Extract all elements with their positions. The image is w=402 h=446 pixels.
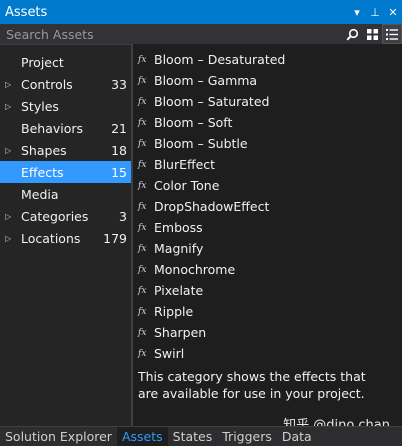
category-item-effects[interactable]: Effects 15 [0,161,131,183]
category-label: Effects [21,164,64,180]
fx-icon: fx [138,327,147,338]
effect-label: BlurEffect [154,157,216,172]
expand-arrow-icon[interactable]: ▷ [5,146,15,155]
effect-item[interactable]: fx Color Tone [133,175,402,196]
dropdown-icon[interactable]: ▾ [348,6,366,19]
effect-item[interactable]: fx DropShadowEffect [133,196,402,217]
tab-data[interactable]: Data [277,427,317,446]
effect-item[interactable]: fx Swirl [133,343,402,364]
effect-item[interactable]: fx Monochrome [133,259,402,280]
effect-item[interactable]: fx Emboss [133,217,402,238]
bottom-tab-bar: Solution Explorer Assets States Triggers… [0,426,402,446]
fx-icon: fx [138,348,147,359]
expand-arrow-icon[interactable]: ▷ [5,234,15,243]
panel-title-bar: Assets ▾ ⊥ ✕ [0,0,402,24]
category-item-project[interactable]: Project [0,51,131,73]
tab-states[interactable]: States [168,427,218,446]
fx-icon: fx [138,54,147,65]
fx-icon: fx [138,138,147,149]
effect-item[interactable]: fx Pixelate [133,280,402,301]
category-label: Media [21,186,59,202]
expand-arrow-icon[interactable]: ▷ [5,80,15,89]
search-input[interactable] [0,25,342,43]
category-count: 18 [111,142,127,158]
category-count: 15 [111,164,127,180]
effect-label: Magnify [154,241,204,256]
category-count: 3 [119,208,127,224]
fx-icon: fx [138,222,147,233]
panel-title: Assets [5,4,48,20]
category-count: 33 [111,76,127,92]
list-view-icon[interactable] [382,24,402,44]
fx-icon: fx [138,201,147,212]
close-icon[interactable]: ✕ [384,6,402,19]
category-label: Behaviors [21,120,84,136]
effect-label: Sharpen [154,325,207,340]
expand-arrow-icon[interactable]: ▷ [5,102,15,111]
effect-label: Bloom – Subtle [154,136,248,151]
category-item-locations[interactable]: ▷ Locations 179 [0,227,131,249]
category-item-behaviors[interactable]: Behaviors 21 [0,117,131,139]
category-label: Categories [21,208,89,224]
fx-icon: fx [138,180,147,191]
effect-item[interactable]: fx Bloom – Soft [133,112,402,133]
effect-label: Ripple [154,304,194,319]
fx-icon: fx [138,75,147,86]
category-item-shapes[interactable]: ▷ Shapes 18 [0,139,131,161]
fx-icon: fx [138,264,147,275]
category-label: Styles [21,98,59,114]
category-item-media[interactable]: Media [0,183,131,205]
category-count: 21 [111,120,127,136]
category-count: 179 [103,230,127,246]
effect-label: Swirl [154,346,185,361]
effect-label: Bloom – Desaturated [154,52,286,67]
category-label: Shapes [21,142,67,158]
search-bar [0,24,402,44]
category-description: This category shows the effects that are… [138,369,366,401]
tab-assets[interactable]: Assets [116,427,168,446]
category-tree: Project ▷ Controls 33 ▷ Styles Behaviors… [0,44,131,426]
tab-triggers[interactable]: Triggers [217,427,277,446]
effects-list: fx Bloom – Desaturated fx Bloom – Gamma fx… [133,44,402,426]
effect-item[interactable]: fx Ripple [133,301,402,322]
effect-label: Color Tone [154,178,220,193]
effect-item[interactable]: fx Bloom – Gamma [133,70,402,91]
category-item-controls[interactable]: ▷ Controls 33 [0,73,131,95]
category-item-styles[interactable]: ▷ Styles [0,95,131,117]
grid-view-icon[interactable] [362,24,382,44]
pin-icon[interactable]: ⊥ [366,6,384,19]
effect-item[interactable]: fx Bloom – Subtle [133,133,402,154]
tab-solution-explorer[interactable]: Solution Explorer [0,427,117,446]
search-icon[interactable] [342,24,362,44]
category-label: Project [21,54,64,70]
category-label: Controls [21,76,73,92]
effect-item[interactable]: fx Magnify [133,238,402,259]
effect-label: Bloom – Gamma [154,73,258,88]
effect-label: Emboss [154,220,203,235]
effect-label: DropShadowEffect [154,199,270,214]
effect-label: Bloom – Saturated [154,94,270,109]
category-item-categories[interactable]: ▷ Categories 3 [0,205,131,227]
effect-label: Monochrome [154,262,236,277]
effect-item[interactable]: fx BlurEffect [133,154,402,175]
fx-icon: fx [138,306,147,317]
fx-icon: fx [138,96,147,107]
fx-icon: fx [138,243,147,254]
fx-icon: fx [138,285,147,296]
effect-item[interactable]: fx Bloom – Desaturated [133,49,402,70]
effect-item[interactable]: fx Sharpen [133,322,402,343]
effect-item[interactable]: fx Bloom – Saturated [133,91,402,112]
effect-label: Pixelate [154,283,204,298]
fx-icon: fx [138,117,147,128]
category-label: Locations [21,230,81,246]
effect-label: Bloom – Soft [154,115,233,130]
expand-arrow-icon[interactable]: ▷ [5,212,15,221]
fx-icon: fx [138,159,147,170]
